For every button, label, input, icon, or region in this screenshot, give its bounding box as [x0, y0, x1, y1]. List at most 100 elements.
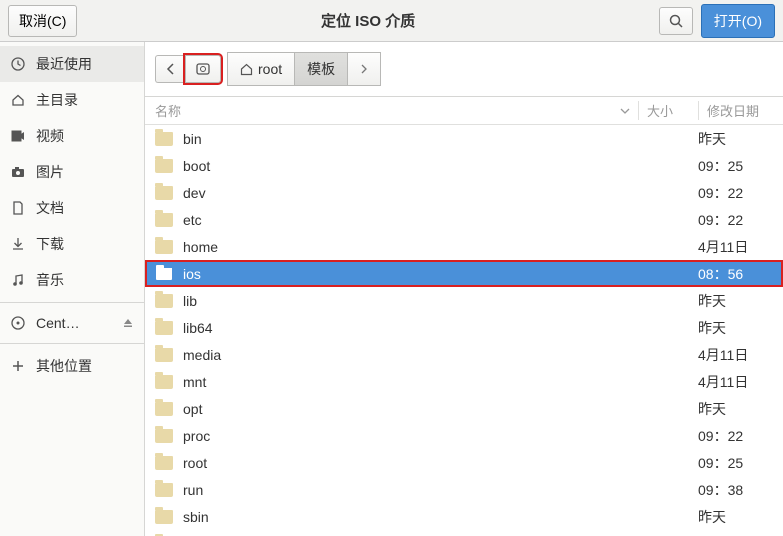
sidebar-item-label: 视频: [36, 126, 64, 146]
drive-icon: [196, 62, 210, 76]
dialog-header: 取消(C) 定位 ISO 介质 打开(O): [0, 0, 783, 42]
file-date: 昨天: [698, 507, 773, 527]
camera-icon: [10, 164, 26, 180]
file-name: sbin: [183, 509, 698, 525]
home-icon: [240, 63, 253, 76]
sidebar-item-2[interactable]: 视频: [0, 118, 144, 154]
search-button[interactable]: [659, 7, 693, 35]
file-row[interactable]: dev09：22: [145, 179, 783, 206]
folder-icon: [155, 348, 173, 362]
cancel-button[interactable]: 取消(C): [8, 5, 77, 37]
file-date: 4月11日: [698, 372, 773, 392]
folder-icon: [155, 240, 173, 254]
sidebar-item-4[interactable]: 文档: [0, 190, 144, 226]
file-row[interactable]: etc09：22: [145, 206, 783, 233]
breadcrumb-root-label: root: [258, 61, 282, 77]
file-row[interactable]: srv4月11日: [145, 530, 783, 536]
eject-icon[interactable]: [122, 317, 134, 329]
column-date[interactable]: 修改日期: [698, 101, 773, 120]
plus-icon: [10, 358, 26, 374]
folder-icon: [155, 159, 173, 173]
nav-back-button[interactable]: [155, 55, 185, 83]
sidebar-item-label: 图片: [36, 162, 64, 182]
breadcrumb-more[interactable]: [347, 52, 381, 86]
folder-icon: [155, 186, 173, 200]
breadcrumb-root[interactable]: root: [227, 52, 294, 86]
file-name: lib: [183, 293, 698, 309]
column-size[interactable]: 大小: [638, 101, 698, 120]
folder-icon: [155, 429, 173, 443]
file-name: run: [183, 482, 698, 498]
file-row[interactable]: proc09：22: [145, 422, 783, 449]
sidebar-item-0[interactable]: 最近使用: [0, 46, 144, 82]
file-row[interactable]: boot09：25: [145, 152, 783, 179]
chevron-right-icon: [360, 64, 368, 74]
file-row[interactable]: lib昨天: [145, 287, 783, 314]
file-row[interactable]: run09：38: [145, 476, 783, 503]
sidebar-divider: [0, 343, 144, 344]
file-row[interactable]: lib64昨天: [145, 314, 783, 341]
sort-desc-icon: [620, 107, 630, 115]
sidebar-other-label: 其他位置: [36, 356, 92, 376]
file-date: 昨天: [698, 399, 773, 419]
folder-icon: [155, 267, 173, 281]
chevron-left-icon: [166, 63, 175, 75]
file-date: 昨天: [698, 291, 773, 311]
file-date: 昨天: [698, 129, 773, 149]
file-name: boot: [183, 158, 698, 174]
folder-icon: [155, 213, 173, 227]
file-name: dev: [183, 185, 698, 201]
search-icon: [669, 14, 683, 28]
column-headers: 名称 大小 修改日期: [145, 97, 783, 125]
sidebar-item-label: 下载: [36, 234, 64, 254]
file-date: 09：22: [698, 183, 773, 203]
file-name: proc: [183, 428, 698, 444]
file-name: ios: [183, 266, 698, 282]
file-date: 4月11日: [698, 237, 773, 257]
path-toolbar: root 模板: [145, 42, 783, 97]
file-name: mnt: [183, 374, 698, 390]
folder-icon: [155, 294, 173, 308]
file-date: 昨天: [698, 318, 773, 338]
nav-buttons: [155, 55, 221, 83]
file-name: etc: [183, 212, 698, 228]
clock-icon: [10, 56, 26, 72]
file-row[interactable]: mnt4月11日: [145, 368, 783, 395]
sidebar-item-5[interactable]: 下载: [0, 226, 144, 262]
file-row[interactable]: sbin昨天: [145, 503, 783, 530]
folder-icon: [155, 375, 173, 389]
file-name: root: [183, 455, 698, 471]
sidebar-item-6[interactable]: 音乐: [0, 262, 144, 298]
file-name: media: [183, 347, 698, 363]
sidebar-device[interactable]: Cent…: [0, 307, 144, 339]
sidebar-item-label: 文档: [36, 198, 64, 218]
file-date: 09：25: [698, 453, 773, 473]
file-row[interactable]: media4月11日: [145, 341, 783, 368]
file-row[interactable]: opt昨天: [145, 395, 783, 422]
sidebar: 最近使用主目录视频图片文档下载音乐 Cent… 其他位置: [0, 42, 145, 536]
home-icon: [10, 92, 26, 108]
sidebar-item-3[interactable]: 图片: [0, 154, 144, 190]
file-row[interactable]: bin昨天: [145, 125, 783, 152]
sidebar-other-locations[interactable]: 其他位置: [0, 348, 144, 384]
file-name: bin: [183, 131, 698, 147]
file-list[interactable]: bin昨天boot09：25dev09：22etc09：22home4月11日i…: [145, 125, 783, 536]
file-row[interactable]: root09：25: [145, 449, 783, 476]
sidebar-device-label: Cent…: [36, 315, 80, 331]
file-row[interactable]: home4月11日: [145, 233, 783, 260]
music-icon: [10, 272, 26, 288]
main-panel: root 模板 名称 大小 修改日期 bin昨天boot09：25dev09：2…: [145, 42, 783, 536]
nav-filesystem-button[interactable]: [185, 55, 221, 83]
file-date: 4月11日: [698, 345, 773, 365]
file-name: home: [183, 239, 698, 255]
sidebar-item-1[interactable]: 主目录: [0, 82, 144, 118]
file-name: lib64: [183, 320, 698, 336]
file-date: 09：38: [698, 480, 773, 500]
folder-icon: [155, 132, 173, 146]
folder-icon: [155, 456, 173, 470]
file-date: 08：56: [698, 264, 773, 284]
open-button[interactable]: 打开(O): [701, 4, 775, 38]
column-name[interactable]: 名称: [155, 101, 638, 120]
file-row[interactable]: ios08：56: [145, 260, 783, 287]
breadcrumb-current[interactable]: 模板: [294, 52, 347, 86]
